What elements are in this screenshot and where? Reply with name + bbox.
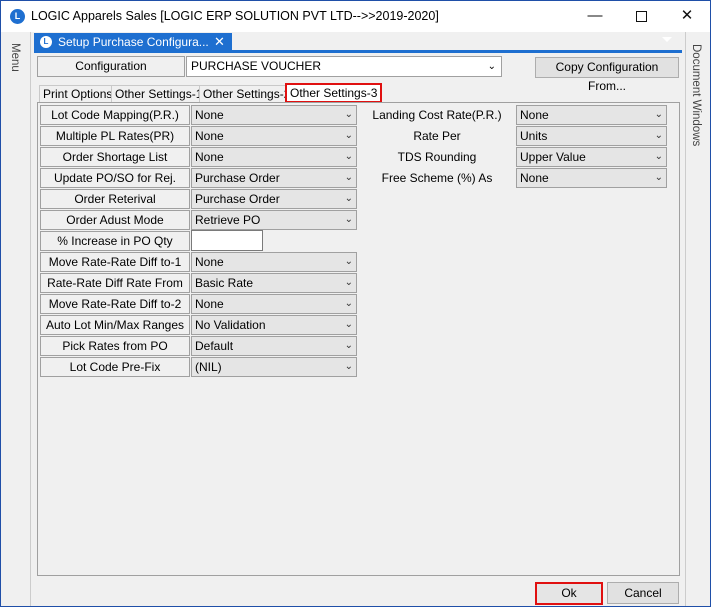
- tab-other-settings-2[interactable]: Other Settings-2: [199, 85, 295, 103]
- move-rate-diff-2-select[interactable]: None ⌄: [191, 294, 357, 314]
- pick-rates-from-po-select[interactable]: Default ⌄: [191, 336, 357, 356]
- configuration-label: Configuration: [37, 56, 185, 77]
- chevron-down-icon: ⌄: [344, 298, 353, 309]
- select-value: No Validation: [195, 318, 266, 332]
- rate-per-select[interactable]: Units ⌄: [516, 126, 667, 146]
- select-value: Basic Rate: [195, 276, 254, 290]
- close-button[interactable]: ✕: [664, 1, 710, 32]
- chevron-down-icon: ⌄: [654, 130, 663, 141]
- field-label: Auto Lot Min/Max Ranges: [40, 315, 190, 335]
- field-label: Pick Rates from PO: [40, 336, 190, 356]
- field-label: Move Rate-Rate Diff to-2: [40, 294, 190, 314]
- select-value: None: [195, 297, 224, 311]
- maximize-icon: [635, 11, 647, 22]
- document-tab-label: Setup Purchase Configura...: [58, 35, 209, 49]
- left-menu-bar[interactable]: [1, 32, 31, 606]
- rate-diff-rate-from-select[interactable]: Basic Rate ⌄: [191, 273, 357, 293]
- field-label: Move Rate-Rate Diff to-1: [40, 252, 190, 272]
- auto-lot-ranges-select[interactable]: No Validation ⌄: [191, 315, 357, 335]
- select-value: (NIL): [195, 360, 222, 374]
- chevron-down-icon: ⌄: [344, 151, 353, 162]
- select-value: Purchase Order: [195, 171, 280, 185]
- chevron-down-icon: ⌄: [487, 61, 496, 72]
- field-label: TDS Rounding: [359, 147, 515, 167]
- order-reterival-select[interactable]: Purchase Order ⌄: [191, 189, 357, 209]
- lot-code-mapping-select[interactable]: None ⌄: [191, 105, 357, 125]
- document-tab[interactable]: L Setup Purchase Configura... ✕: [34, 33, 232, 51]
- chevron-down-icon: ⌄: [344, 172, 353, 183]
- field-label: Free Scheme (%) As: [359, 168, 515, 188]
- tab-other-settings-3[interactable]: Other Settings-3: [285, 83, 383, 103]
- tds-rounding-select[interactable]: Upper Value ⌄: [516, 147, 667, 167]
- field-label: Order Adust Mode: [40, 210, 190, 230]
- chevron-down-icon: ⌄: [344, 361, 353, 372]
- chevron-down-icon: ⌄: [344, 109, 353, 120]
- multiple-pl-rates-select[interactable]: None ⌄: [191, 126, 357, 146]
- select-value: Retrieve PO: [195, 213, 261, 227]
- move-rate-diff-1-select[interactable]: None ⌄: [191, 252, 357, 272]
- select-value: Purchase Order: [195, 192, 280, 206]
- chevron-down-icon: ⌄: [344, 319, 353, 330]
- select-value: Default: [195, 339, 234, 353]
- select-value: None: [195, 150, 224, 164]
- select-value: Units: [520, 129, 548, 143]
- minimize-button[interactable]: —: [572, 1, 618, 32]
- chevron-down-icon: ⌄: [344, 340, 353, 351]
- select-value: None: [195, 108, 224, 122]
- chevron-down-icon: ⌄: [654, 109, 663, 120]
- document-list-dropdown-icon[interactable]: [662, 37, 672, 42]
- increase-po-qty-input[interactable]: [191, 230, 263, 251]
- configuration-select[interactable]: PURCHASE VOUCHER ⌄: [186, 56, 502, 77]
- copy-configuration-button[interactable]: Copy Configuration From...: [535, 57, 679, 93]
- window-title: LOGIC Apparels Sales [LOGIC ERP SOLUTION…: [31, 9, 439, 23]
- field-label: Order Reterival: [40, 189, 190, 209]
- field-label: Lot Code Mapping(P.R.): [40, 105, 190, 125]
- select-value: None: [520, 171, 549, 185]
- select-value: Upper Value: [520, 150, 586, 164]
- field-label: Multiple PL Rates(PR): [40, 126, 190, 146]
- field-label: Rate-Rate Diff Rate From: [40, 273, 190, 293]
- chevron-down-icon: ⌄: [344, 193, 353, 204]
- field-label: Rate Per: [359, 126, 515, 146]
- select-value: None: [195, 129, 224, 143]
- chevron-down-icon: ⌄: [344, 130, 353, 141]
- chevron-down-icon: ⌄: [654, 151, 663, 162]
- tab-other-settings-1[interactable]: Other Settings-1: [111, 85, 207, 103]
- title-bar: L LOGIC Apparels Sales [LOGIC ERP SOLUTI…: [1, 1, 710, 32]
- field-label: Order Shortage List: [40, 147, 190, 167]
- order-adust-mode-select[interactable]: Retrieve PO ⌄: [191, 210, 357, 230]
- cancel-button[interactable]: Cancel: [607, 582, 679, 604]
- lot-code-prefix-select[interactable]: (NIL) ⌄: [191, 357, 357, 377]
- chevron-down-icon: ⌄: [344, 256, 353, 267]
- tab-print-options[interactable]: Print Options: [39, 85, 117, 103]
- chevron-down-icon: ⌄: [344, 214, 353, 225]
- field-label: Update PO/SO for Rej.: [40, 168, 190, 188]
- app-logo-icon: L: [10, 9, 25, 24]
- application-window: L LOGIC Apparels Sales [LOGIC ERP SOLUTI…: [0, 0, 711, 607]
- document-tab-close-icon[interactable]: ✕: [214, 33, 225, 51]
- field-label: Landing Cost Rate(P.R.): [359, 105, 515, 125]
- select-value: None: [195, 255, 224, 269]
- menu-label[interactable]: Menu: [9, 43, 21, 72]
- field-label: % Increase in PO Qty: [40, 231, 190, 251]
- order-shortage-list-select[interactable]: None ⌄: [191, 147, 357, 167]
- maximize-button[interactable]: [618, 1, 664, 32]
- landing-cost-rate-select[interactable]: None ⌄: [516, 105, 667, 125]
- chevron-down-icon: ⌄: [344, 277, 353, 288]
- update-po-so-select[interactable]: Purchase Order ⌄: [191, 168, 357, 188]
- select-value: None: [520, 108, 549, 122]
- chevron-down-icon: ⌄: [654, 172, 663, 183]
- document-tab-icon: L: [40, 36, 52, 48]
- ok-button[interactable]: Ok: [535, 582, 603, 605]
- configuration-value: PURCHASE VOUCHER: [191, 59, 322, 73]
- free-scheme-select[interactable]: None ⌄: [516, 168, 667, 188]
- document-windows-label[interactable]: Document Windows: [690, 44, 702, 146]
- field-label: Lot Code Pre-Fix: [40, 357, 190, 377]
